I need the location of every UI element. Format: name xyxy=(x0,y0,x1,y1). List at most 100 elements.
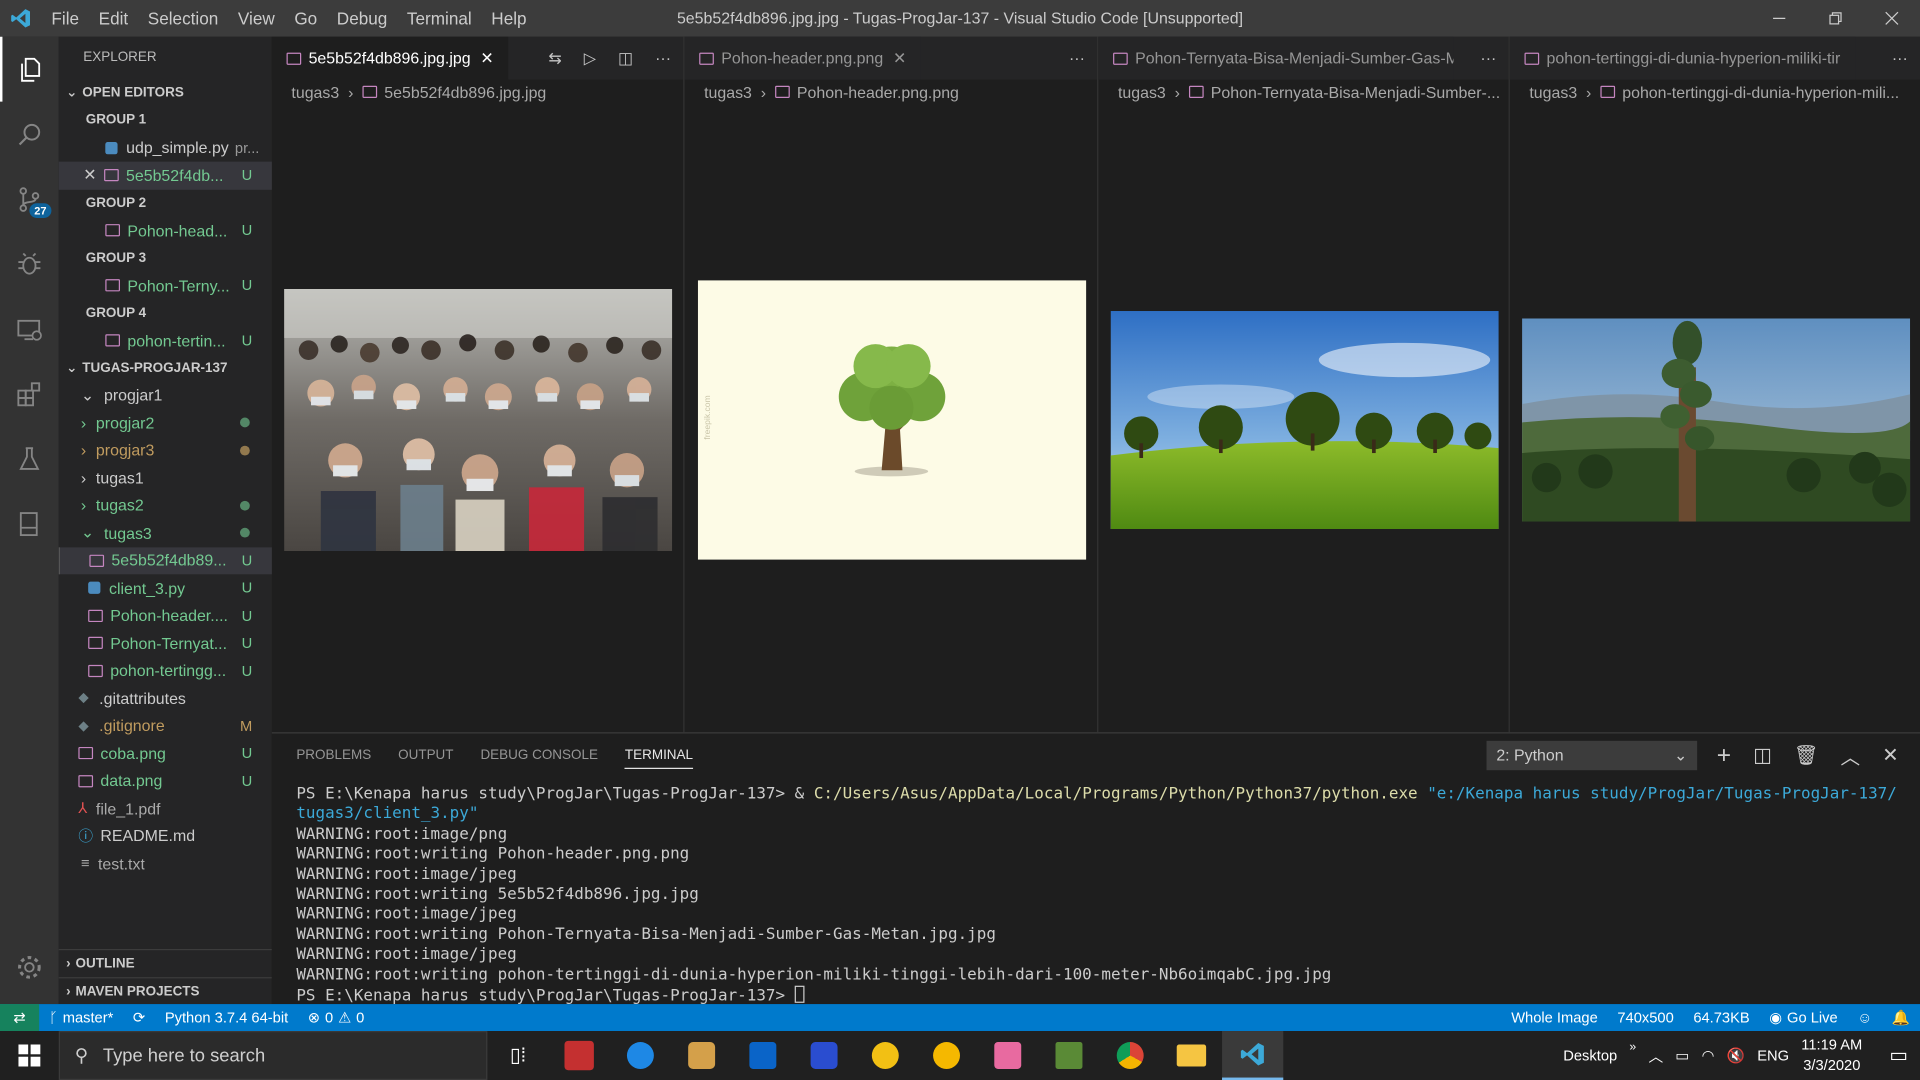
tree-file[interactable]: ≡ test.txt xyxy=(59,850,272,878)
open-editors-section[interactable]: ⌄ OPEN EDITORS xyxy=(59,80,272,107)
python-interpreter[interactable]: Python 3.7.4 64-bit xyxy=(155,1009,298,1026)
minimize-button[interactable] xyxy=(1751,0,1807,37)
tree-file[interactable]: pohon-tertingg... U xyxy=(59,657,272,685)
explorer-icon[interactable] xyxy=(0,36,59,102)
tree-file[interactable]: client_3.py U xyxy=(59,574,272,602)
image-zoom[interactable]: Whole Image xyxy=(1501,1009,1607,1026)
tree-file[interactable]: Pohon-Ternyat... U xyxy=(59,629,272,657)
close-icon[interactable]: ✕ xyxy=(480,48,493,68)
editor-tab[interactable]: Pohon-header.png.png ✕ xyxy=(684,36,922,80)
tree-folder[interactable]: ⌄ progjar1 xyxy=(59,381,272,409)
breadcrumb-folder[interactable]: tugas3 xyxy=(1118,83,1166,101)
menu-go[interactable]: Go xyxy=(285,0,327,37)
close-icon[interactable]: ✕ xyxy=(83,166,96,186)
notifications-bell-icon[interactable]: 🔔 xyxy=(1882,1009,1920,1026)
editor-tab[interactable]: Pohon-Ternyata-Bisa-Menjadi-Sumber-Gas-M xyxy=(1098,36,1454,80)
app-icon-sonic[interactable] xyxy=(793,1031,854,1080)
tree-file[interactable]: Pohon-header.... U xyxy=(59,602,272,630)
remote-indicator-icon[interactable]: ⇄ xyxy=(0,1004,40,1032)
trash-icon[interactable]: 🗑 xyxy=(1794,743,1819,767)
tree-folder[interactable]: › progjar3 xyxy=(59,437,272,465)
chrome-icon[interactable] xyxy=(1100,1031,1161,1080)
open-editor-item-active[interactable]: ✕ 5e5b52f4db... U xyxy=(58,161,272,190)
menu-terminal[interactable]: Terminal xyxy=(397,0,481,37)
tree-file[interactable]: data.png U xyxy=(59,767,272,795)
tree-file[interactable]: ◆ .gitignore M xyxy=(59,712,272,740)
open-editor-item[interactable]: udp_simple.py pr... xyxy=(59,134,272,162)
taskbar-search[interactable]: ⚲ Type here to search xyxy=(58,1031,488,1080)
tab-terminal[interactable]: TERMINAL xyxy=(624,748,694,769)
menu-selection[interactable]: Selection xyxy=(138,0,228,37)
outline-section[interactable]: › OUTLINE xyxy=(59,950,272,977)
go-live-button[interactable]: ◉ Go Live xyxy=(1760,1009,1848,1026)
more-actions-icon[interactable]: ··· xyxy=(1480,49,1496,67)
menu-edit[interactable]: Edit xyxy=(89,0,138,37)
app-icon-anime[interactable] xyxy=(977,1031,1038,1080)
more-actions-icon[interactable]: ··· xyxy=(1892,49,1908,67)
desktop-toolbar[interactable]: Desktop xyxy=(1563,1047,1617,1064)
vscode-taskbar-icon[interactable] xyxy=(1222,1031,1284,1080)
app-icon-browser[interactable] xyxy=(610,1031,671,1080)
tree-file[interactable]: ◆ .gitattributes xyxy=(59,684,272,712)
open-editor-item[interactable]: Pohon-Terny... U xyxy=(59,272,272,300)
breadcrumb-file[interactable]: pohon-tertinggi-di-dunia-hyperion-mili..… xyxy=(1622,83,1899,101)
menu-file[interactable]: File xyxy=(42,0,89,37)
close-window-button[interactable] xyxy=(1864,0,1920,37)
tab-problems[interactable]: PROBLEMS xyxy=(296,748,371,763)
tree-folder[interactable]: › progjar2 xyxy=(59,409,272,437)
maximize-panel-icon[interactable]: ︿ xyxy=(1841,741,1861,770)
menu-view[interactable]: View xyxy=(228,0,284,37)
restore-button[interactable] xyxy=(1807,0,1863,37)
app-icon-coin[interactable] xyxy=(855,1031,916,1080)
tree-file[interactable]: ⓘ README.md xyxy=(59,822,272,850)
split-terminal-icon[interactable]: ◫ xyxy=(1753,743,1772,767)
terminal-select[interactable]: 2: Python ⌄ xyxy=(1486,740,1698,771)
breadcrumb-file[interactable]: 5e5b52f4db896.jpg.jpg xyxy=(384,83,546,101)
open-editor-item[interactable]: pohon-tertin... U xyxy=(59,327,272,355)
more-actions-icon[interactable]: ··· xyxy=(1069,49,1085,67)
tab-output[interactable]: OUTPUT xyxy=(398,748,453,763)
action-center-icon[interactable]: ▭ xyxy=(1889,1043,1908,1067)
tab-debug-console[interactable]: DEBUG CONSOLE xyxy=(480,748,598,763)
tray-chevron-up-icon[interactable]: ︿ xyxy=(1648,1045,1663,1066)
breadcrumb-folder[interactable]: tugas3 xyxy=(291,83,339,101)
tree-file-selected[interactable]: 5e5b52f4db89... U xyxy=(58,546,272,575)
tree-folder[interactable]: › tugas2 xyxy=(59,492,272,520)
file-explorer-icon[interactable] xyxy=(1161,1031,1222,1080)
wifi-icon[interactable]: ◠ xyxy=(1702,1047,1715,1064)
maven-section[interactable]: › MAVEN PROJECTS xyxy=(58,977,272,1004)
toolbar-expand-icon[interactable]: » xyxy=(1629,1040,1636,1053)
editor-tab-active[interactable]: 5e5b52f4db896.jpg.jpg ✕ xyxy=(271,36,509,80)
search-icon[interactable] xyxy=(0,102,59,167)
settings-gear-icon[interactable] xyxy=(0,934,59,999)
volume-mute-icon[interactable]: 🔇 xyxy=(1727,1047,1745,1064)
editor-tab[interactable]: pohon-tertinggi-di-dunia-hyperion-miliki… xyxy=(1509,36,1855,80)
open-editor-item[interactable]: Pohon-head... U xyxy=(59,217,272,245)
app-icon-minecraft[interactable] xyxy=(1038,1031,1099,1080)
tree-folder[interactable]: › tugas1 xyxy=(59,464,272,492)
book-icon[interactable] xyxy=(0,491,59,556)
tree-file[interactable]: ⅄ file_1.pdf xyxy=(59,795,272,823)
menu-help[interactable]: Help xyxy=(482,0,537,37)
language-indicator[interactable]: ENG xyxy=(1757,1047,1789,1064)
test-flask-icon[interactable] xyxy=(0,426,59,491)
app-icon-warning[interactable] xyxy=(916,1031,977,1080)
battery-icon[interactable]: ▭ xyxy=(1675,1047,1689,1064)
app-icon-gift[interactable] xyxy=(549,1031,610,1080)
run-icon[interactable]: ▷ xyxy=(584,48,596,68)
problems-indicator[interactable]: ⊗ 0 ⚠ 0 xyxy=(298,1009,374,1026)
debug-icon[interactable] xyxy=(0,231,59,296)
windows-start-icon[interactable] xyxy=(0,1031,59,1080)
breadcrumb-folder[interactable]: tugas3 xyxy=(704,83,752,101)
close-icon[interactable]: ✕ xyxy=(893,48,906,68)
new-terminal-icon[interactable]: + xyxy=(1717,741,1731,769)
more-actions-icon[interactable]: ··· xyxy=(655,49,671,67)
breadcrumb-file[interactable]: Pohon-Ternyata-Bisa-Menjadi-Sumber-... xyxy=(1211,83,1500,101)
close-panel-icon[interactable]: ✕ xyxy=(1882,743,1898,767)
app-icon-game[interactable] xyxy=(671,1031,732,1080)
extensions-icon[interactable] xyxy=(0,361,59,426)
breadcrumb-folder[interactable]: tugas3 xyxy=(1529,83,1577,101)
app-icon-outlook[interactable] xyxy=(732,1031,793,1080)
source-control-icon[interactable]: 27 xyxy=(0,167,59,232)
taskbar-clock[interactable]: 11:19 AM 3/3/2020 xyxy=(1801,1035,1862,1077)
